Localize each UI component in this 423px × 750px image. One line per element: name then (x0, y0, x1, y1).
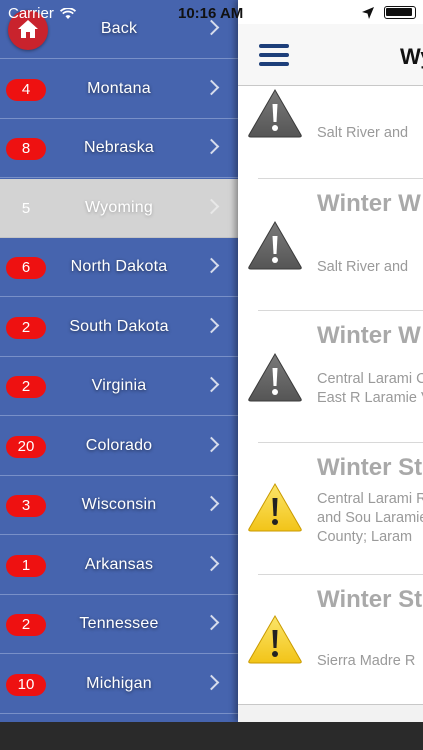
warning-gray-icon (248, 353, 302, 402)
alert-cell[interactable]: Winter St Central Larami Range and Sou La… (238, 442, 423, 574)
alert-description: Central Larami County; East R Laramie Va… (317, 371, 423, 406)
menu-item-label: South Dakota (69, 317, 169, 335)
menu-item-south-dakota[interactable]: 2 South Dakota (0, 298, 238, 357)
alert-cell[interactable]: Winter W Central Larami County; East R La… (238, 310, 423, 442)
menu-item-label: North Dakota (70, 258, 168, 275)
alert-cell[interactable]: Winter St Sierra Madre R (238, 574, 423, 706)
panel-status-bar (238, 0, 423, 24)
state-menu: Back 4 Montana 8 Nebraska 5 Wyoming 6 North Dak… (0, 0, 238, 722)
carrier-label: Carrier (8, 5, 54, 22)
menu-item-label: Nebraska (83, 139, 155, 156)
menu-item-michigan[interactable]: 10 Michigan (0, 655, 238, 714)
warning-gray-icon (248, 89, 302, 138)
hamburger-menu-icon[interactable] (259, 44, 289, 66)
alerts-panel: Wy Salt River andWinter WSalt River andW… (238, 0, 423, 722)
alert-description: Salt River and (317, 125, 409, 141)
nav-bar: Wy (238, 24, 423, 86)
menu-item-label: Arkansas (84, 555, 154, 573)
status-time: 10:16 AM (178, 5, 244, 22)
warning-yellow-icon (248, 615, 302, 664)
menu-item-label: Colorado (85, 436, 153, 454)
panel-footer (238, 704, 423, 722)
menu-item-label: Virginia (91, 377, 147, 394)
battery-icon (384, 6, 416, 19)
location-arrow-icon (362, 7, 374, 19)
alert-title: Winter St (317, 586, 423, 613)
alert-title: Winter W (317, 190, 421, 217)
divider (258, 178, 423, 179)
alert-description: Salt River and (317, 259, 409, 275)
warning-gray-icon (248, 221, 302, 270)
alert-description: Sierra Madre R (317, 653, 416, 669)
menu-item-montana[interactable]: 4 Montana (0, 60, 238, 119)
warning-yellow-icon (248, 483, 302, 532)
divider (258, 310, 423, 311)
alert-title: Winter W (317, 322, 421, 349)
menu-item-label: Wisconsin (81, 496, 157, 513)
status-carrier: Carrier (8, 5, 76, 22)
menu-item-wyoming[interactable]: 5 Wyoming (0, 178, 238, 238)
divider (258, 442, 423, 443)
menu-item-tennessee[interactable]: 2 Tennessee (0, 595, 238, 654)
menu-item-label: Michigan (86, 674, 152, 692)
menu-item-label: Wyoming (85, 198, 153, 216)
alert-title: Winter St (317, 454, 423, 481)
divider (258, 574, 423, 575)
home-icon (18, 20, 38, 38)
page-title: Wy (400, 44, 423, 69)
menu-item-wisconsin[interactable]: 3 Wisconsin (0, 476, 238, 535)
menu-item-colorado[interactable]: 20 Colorado (0, 417, 238, 476)
alert-cell[interactable]: Winter W Salt River and (238, 178, 423, 310)
menu-item-arkansas[interactable]: 1 Arkansas (0, 536, 238, 595)
bottom-strip (0, 722, 423, 750)
alert-description: Central Larami Range and Sou Laramie Cou… (317, 491, 423, 545)
menu-item-north-dakota[interactable]: 6 North Dakota (0, 238, 238, 297)
menu-item-label: Montana (87, 79, 151, 97)
wifi-icon (59, 7, 76, 19)
menu-item-nebraska[interactable]: 8 Nebraska (0, 119, 238, 178)
menu-item-virginia[interactable]: 2 Virginia (0, 357, 238, 416)
menu-item-label: Tennessee (79, 615, 159, 632)
